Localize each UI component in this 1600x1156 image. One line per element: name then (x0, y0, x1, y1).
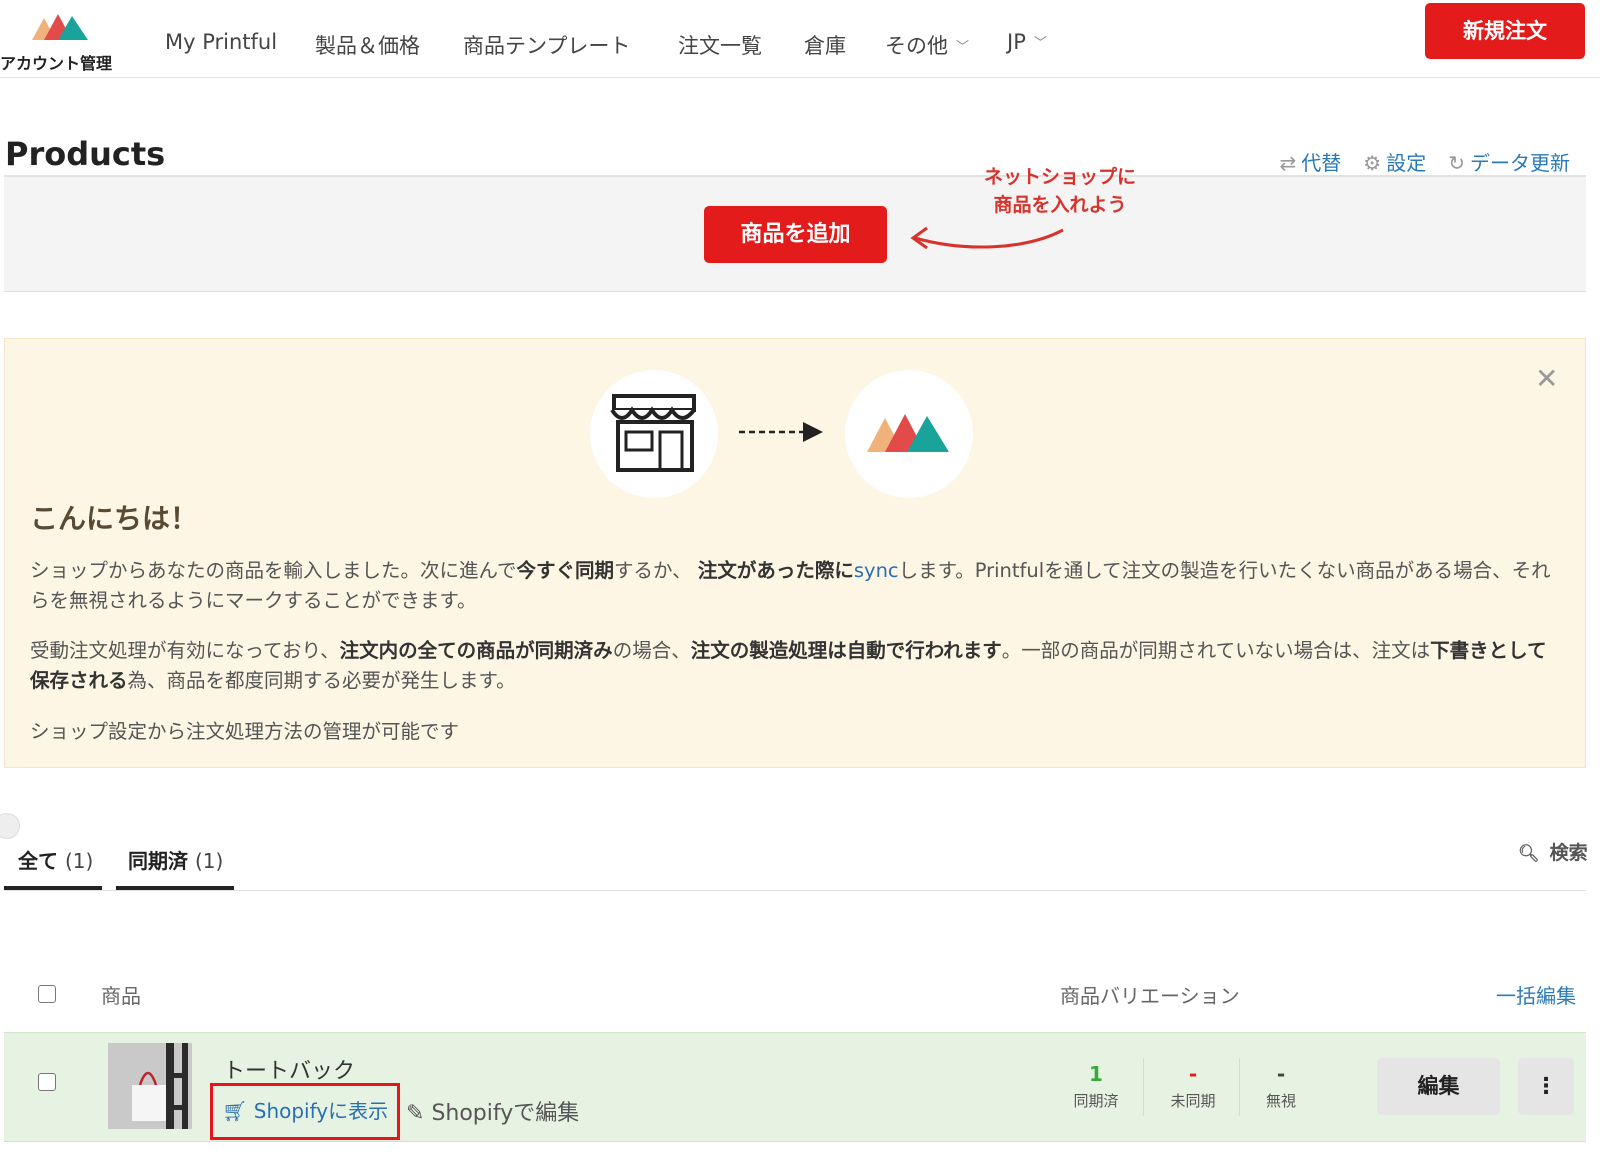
text: するか、 (614, 559, 698, 582)
swap-icon: ⇄ (1279, 151, 1297, 175)
header-actions: ⇄ 代替 ⚙ 設定 ↻ データ更新 (1280, 147, 1570, 176)
ignored-label: 無視 (1265, 1092, 1296, 1110)
synced-value: 1 (1089, 1062, 1103, 1086)
welcome-banner (4, 338, 1586, 768)
view-on-shopify-link[interactable]: 🛒︎ Shopifyに表示 (222, 1095, 388, 1124)
unsynced-value: - (1188, 1062, 1198, 1086)
text: の場合、 (612, 639, 691, 662)
nav-language[interactable]: JP ﹀ (1007, 30, 1047, 54)
top-navigation: アカウント管理 My Printful 製品＆価格 商品テンプレート 注文一覧 … (0, 0, 1600, 78)
banner-paragraph-3: ショップ設定から注文処理方法の管理が可能です (30, 720, 460, 743)
tab-all[interactable]: 全て (1) (18, 845, 93, 892)
text: 受動注文処理が有効になっており、 (30, 639, 340, 662)
nav-my-printful[interactable]: My Printful (165, 30, 277, 54)
column-header-variations: 商品バリエーション (1060, 984, 1240, 1008)
settings-link[interactable]: ⚙ 設定 (1363, 147, 1426, 176)
status-dot (0, 813, 20, 839)
greeting-heading: こんにちは！ (30, 502, 199, 535)
nav-more[interactable]: その他 ﹀ (885, 30, 969, 60)
bold-text: 今すぐ同期 (516, 559, 615, 582)
edit-button[interactable]: 編集 (1377, 1058, 1500, 1115)
hint-arrow-icon (910, 226, 1064, 250)
printful-logo[interactable]: アカウント管理 (0, 10, 120, 73)
chevron-down-icon: ﹀ (1033, 36, 1047, 51)
nav-product-templates[interactable]: 商品テンプレート (463, 30, 630, 60)
unsynced-label: 未同期 (1170, 1092, 1216, 1110)
ignored-value: - (1276, 1062, 1286, 1086)
tab-synced-underline (116, 886, 234, 890)
printful-mountains-icon (845, 370, 973, 498)
product-thumbnail[interactable] (108, 1043, 192, 1129)
search-button[interactable]: 🔍︎ 検索 (1518, 838, 1588, 865)
select-all-checkbox[interactable] (38, 985, 56, 1003)
divider (1239, 1058, 1240, 1116)
nav-warehouse[interactable]: 倉庫 (804, 30, 846, 60)
bold-text: 注文があった際に (697, 559, 854, 582)
refresh-label: データ更新 (1470, 151, 1570, 175)
product-name[interactable]: トートバック (223, 1053, 355, 1085)
tab-count: (1) (194, 849, 224, 873)
edit-on-shopify-link[interactable]: ✎ Shopifyで編集 (406, 1095, 579, 1127)
synced-label: 同期済 (1073, 1092, 1119, 1110)
view-on-shopify-label: Shopifyに表示 (253, 1099, 389, 1123)
bulk-edit-link[interactable]: 一括編集 (1496, 980, 1576, 1009)
text: 為、商品を都度同期する必要が発生します。 (127, 669, 516, 692)
text: ショップからあなたの商品を輸入しました。次に進んで (30, 559, 517, 582)
nav-orders[interactable]: 注文一覧 (678, 30, 762, 60)
banner-paragraph-2: 受動注文処理が有効になっており、注文内の全ての商品が同期済みの場合、注文の製造処… (30, 636, 1560, 696)
cart-icon: 🛒︎ (222, 1099, 248, 1123)
refresh-data-link[interactable]: ↻ データ更新 (1448, 147, 1570, 176)
edit-on-shopify-label: Shopifyで編集 (431, 1101, 580, 1126)
text: 。一部の商品が同期されていない場合は、注文は (1001, 639, 1431, 662)
nav-language-label: JP (1007, 30, 1026, 54)
close-icon[interactable]: ✕ (1535, 362, 1558, 395)
store-icon (590, 370, 718, 498)
bold-text: 注文内の全ての商品が同期済み (339, 639, 613, 662)
tab-count: (1) (64, 849, 94, 873)
banner-paragraph-1: ショップからあなたの商品を輸入しました。次に進んで今すぐ同期するか、 注文があっ… (30, 556, 1560, 616)
alternate-label: 代替 (1301, 151, 1342, 175)
tab-label: 全て (18, 849, 58, 873)
row-checkbox[interactable] (38, 1073, 56, 1091)
new-order-button[interactable]: 新規注文 (1425, 3, 1585, 59)
alternate-link[interactable]: ⇄ 代替 (1280, 147, 1342, 176)
page-title: Products (5, 135, 166, 173)
search-label: 検索 (1549, 842, 1588, 864)
refresh-icon: ↻ (1448, 151, 1465, 175)
unsynced-count: - 未同期 (1153, 1062, 1233, 1111)
hint-annotation: ネットショップに 商品を入れよう (970, 163, 1150, 219)
chevron-down-icon: ﹀ (956, 40, 970, 55)
bold-text: 注文の製造処理は自動で行われます (690, 639, 1002, 662)
tabs-divider (4, 890, 1586, 891)
tab-label: 同期済 (128, 849, 188, 873)
printful-logo-icon (32, 14, 88, 40)
gear-icon: ⚙ (1363, 151, 1382, 175)
hint-line-2: 商品を入れよう (993, 194, 1127, 216)
tab-all-underline (4, 886, 102, 890)
nav-more-label: その他 (885, 34, 948, 58)
divider (1143, 1058, 1144, 1116)
ignored-count: - 無視 (1241, 1062, 1321, 1111)
account-management-label[interactable]: アカウント管理 (0, 50, 112, 74)
flow-arrow-icon (739, 422, 823, 442)
more-options-button[interactable]: ⋮ (1518, 1058, 1574, 1115)
add-product-button[interactable]: 商品を追加 (704, 206, 887, 263)
settings-label: 設定 (1386, 151, 1427, 175)
tab-synced[interactable]: 同期済 (1) (128, 845, 223, 892)
column-header-product: 商品 (101, 984, 141, 1008)
pencil-icon: ✎ (406, 1101, 425, 1126)
synced-count: 1 同期済 (1056, 1062, 1136, 1111)
nav-products-pricing[interactable]: 製品＆価格 (315, 30, 420, 60)
search-icon: 🔍︎ (1518, 844, 1540, 864)
hint-line-1: ネットショップに (983, 166, 1136, 188)
sync-link[interactable]: sync (854, 559, 899, 582)
